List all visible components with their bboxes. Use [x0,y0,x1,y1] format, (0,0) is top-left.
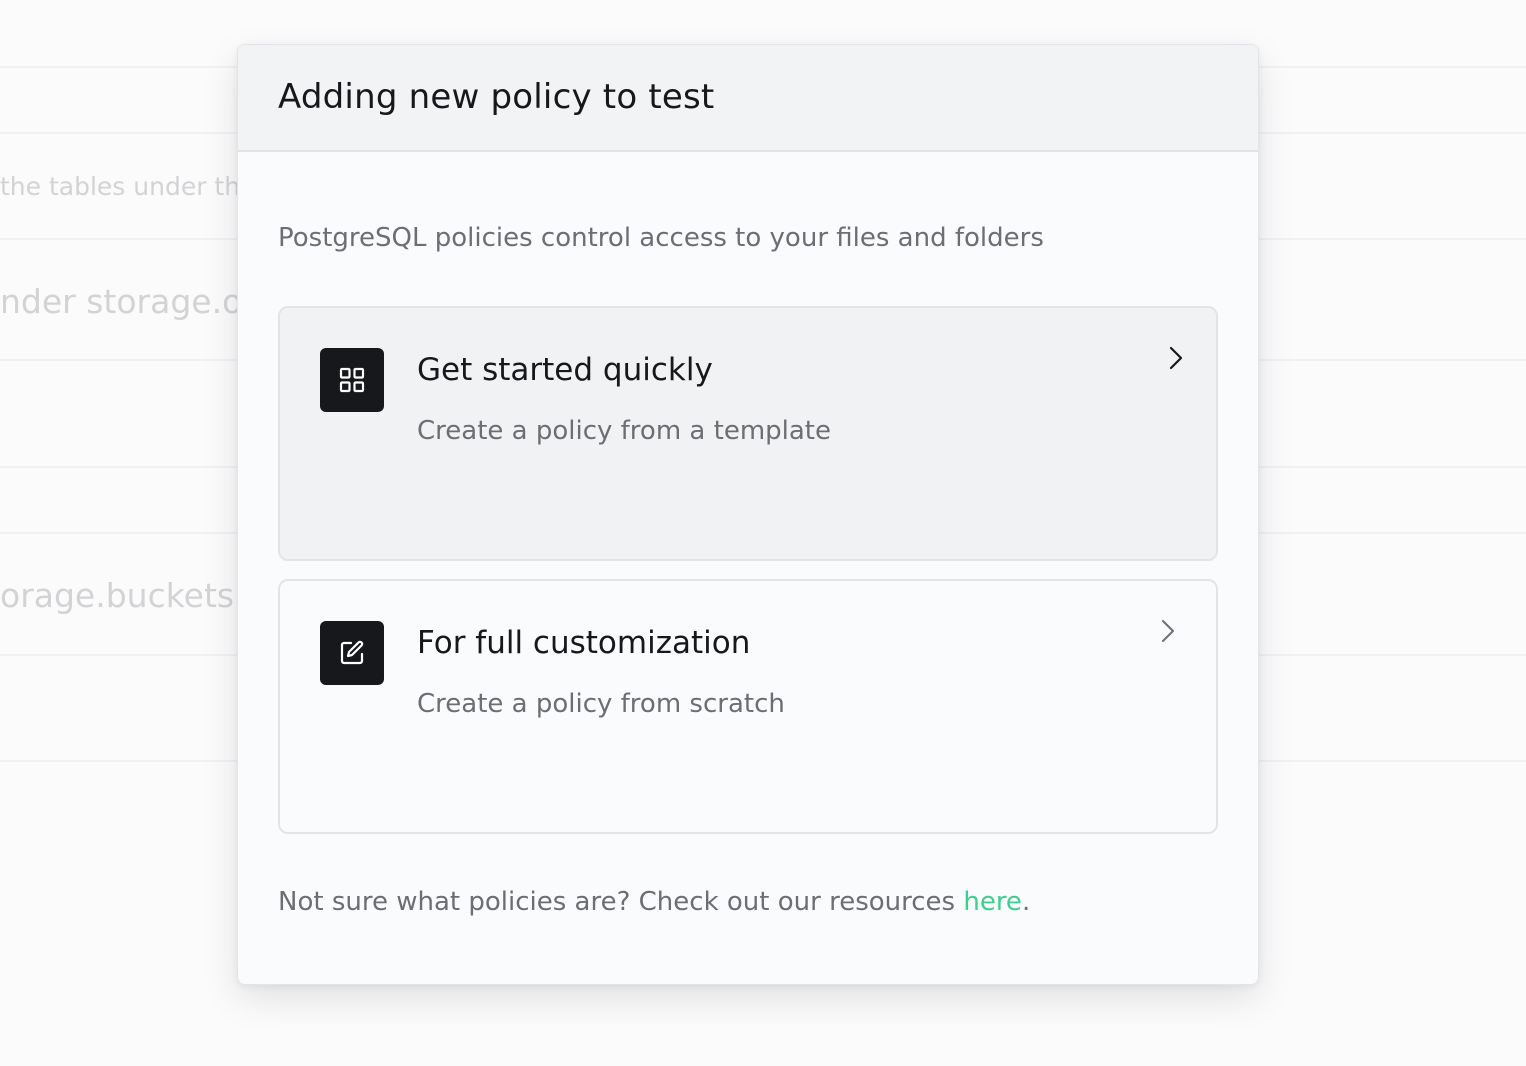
background-row-text: orage.buckets [0,576,235,615]
background-row-text: the tables under th [0,172,241,201]
resources-note: Not sure what policies are? Check out ou… [278,886,1218,918]
dialog-title: Adding new policy to test [278,76,715,117]
edit-icon [320,621,384,685]
resources-link[interactable]: here [963,887,1022,917]
dialog-body: PostgreSQL policies control access to yo… [238,152,1258,918]
chevron-right-icon [1164,344,1188,372]
chevron-right-icon [1156,617,1180,645]
option-description: Create a policy from a template [417,416,831,446]
option-full-customization[interactable]: For full customization Create a policy f… [278,579,1218,834]
resources-note-text: Not sure what policies are? Check out ou… [278,887,964,917]
option-get-started-quickly[interactable]: Get started quickly Create a policy from… [278,306,1218,561]
background-row-text: nder storage.ob [0,282,264,321]
option-title: For full customization [417,625,751,661]
option-description: Create a policy from scratch [417,689,785,719]
dialog-description: PostgreSQL policies control access to yo… [278,223,1044,253]
option-title: Get started quickly [417,352,713,388]
dialog-header: Adding new policy to test [238,45,1258,152]
grid-icon [320,348,384,412]
add-policy-dialog: Adding new policy to test PostgreSQL pol… [237,44,1259,985]
resources-note-suffix: . [1021,887,1031,917]
